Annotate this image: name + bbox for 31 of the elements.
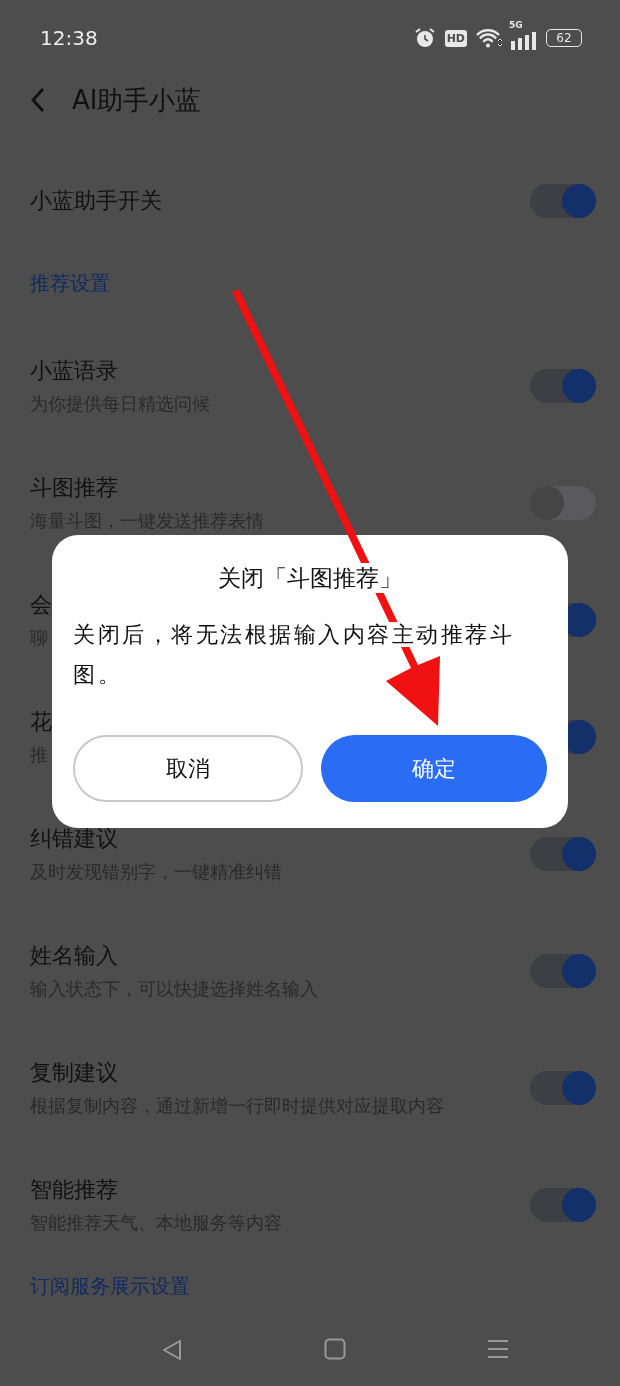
setting-title: 复制建议 (30, 1058, 119, 1087)
alarm-clock-icon (413, 28, 436, 48)
setting-title: 斗图推荐 (30, 473, 119, 502)
back-icon[interactable] (160, 1338, 184, 1362)
setting-title: 小蓝语录 (30, 356, 119, 385)
toggle-switch[interactable] (530, 1187, 596, 1222)
toggle-switch[interactable] (530, 184, 596, 218)
page-title: AI助手小蓝 (72, 83, 202, 117)
setting-title: 纠错建议 (30, 824, 119, 853)
confirm-button[interactable]: 确定 (321, 735, 547, 802)
setting-title: 小蓝助手开关 (30, 187, 162, 215)
setting-title: 智能推荐 (30, 1175, 119, 1204)
setting-title: 花 (30, 707, 52, 736)
toggle-switch[interactable] (530, 368, 596, 403)
toggle-switch[interactable] (530, 953, 596, 988)
back-icon[interactable] (30, 87, 46, 113)
wifi-icon (476, 28, 502, 48)
section-heading: 订阅服务展示设置 (29, 1273, 191, 1300)
cancel-button[interactable]: 取消 (73, 735, 303, 802)
setting-title: 会 (30, 590, 52, 619)
battery-level: 62 (556, 31, 572, 45)
menu-icon[interactable] (486, 1338, 510, 1360)
toggle-switch[interactable] (530, 836, 596, 871)
network-type-label: 5G (509, 20, 523, 30)
home-icon[interactable] (324, 1338, 346, 1360)
toggle-switch[interactable] (530, 1070, 596, 1105)
signal-icon (511, 32, 537, 50)
setting-title: 姓名输入 (30, 941, 119, 970)
hd-badge: HD (444, 29, 467, 47)
section-heading: 推荐设置 (29, 270, 111, 297)
status-time: 12:38 (40, 26, 98, 50)
